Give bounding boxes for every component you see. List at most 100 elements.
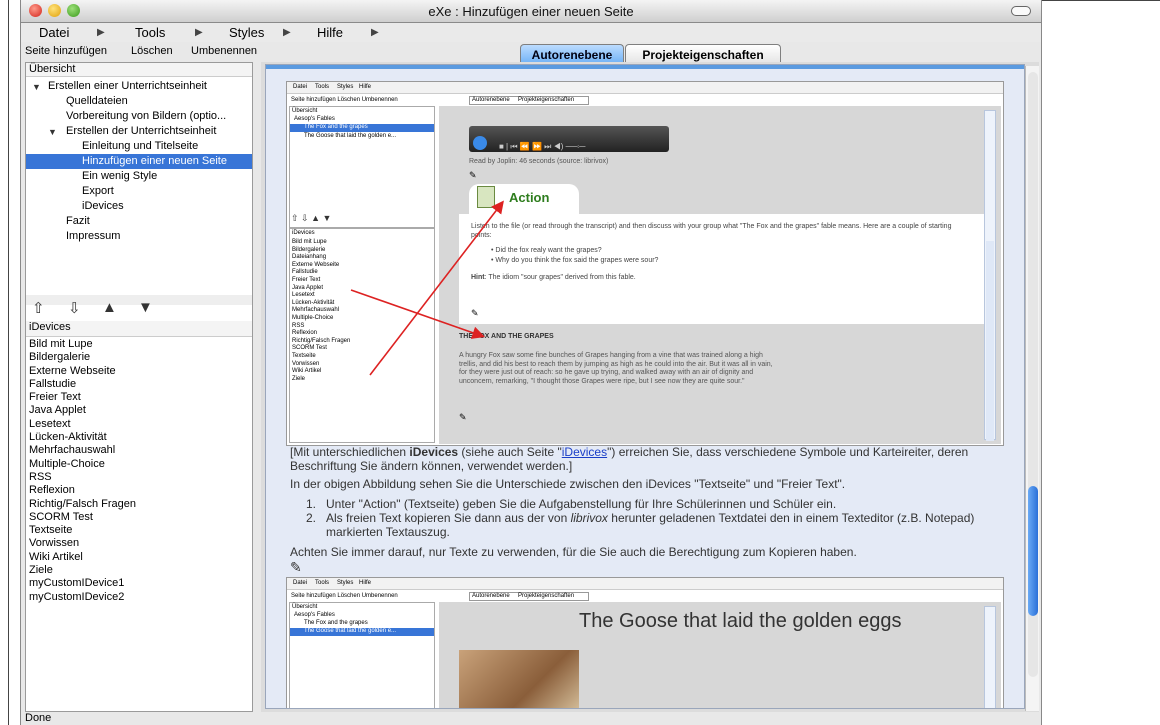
- ordered-list: 1. Unter "Action" (Textseite) geben Sie d…: [306, 497, 1006, 539]
- menu-tools[interactable]: Tools: [135, 25, 165, 40]
- expand-triangle-icon[interactable]: ▼: [32, 82, 41, 92]
- p1-bold: iDevices: [409, 445, 459, 459]
- arrow-freiertext-to-fable: [350, 289, 486, 339]
- idevice-item[interactable]: Mehrfachauswahl: [26, 444, 252, 457]
- window-title: eXe : Hinzufügen einer neuen Seite: [428, 4, 634, 19]
- idevice-item[interactable]: RSS: [26, 471, 252, 484]
- s2-menu-item: Styles: [337, 580, 354, 586]
- promote-icon[interactable]: ⇧: [32, 299, 45, 317]
- menu-arrow-icon: ▶: [283, 27, 291, 38]
- idevice-item[interactable]: Richtig/Falsch Fragen: [26, 498, 252, 511]
- s2-outline: Übersicht Aesop's Fables The Fox and the…: [289, 602, 435, 708]
- delete-button[interactable]: Löschen: [131, 45, 173, 57]
- outline-item[interactable]: Einleitung und Titelseite: [82, 139, 198, 154]
- outline-item-selected[interactable]: Hinzufügen einer neuen Seite: [26, 154, 252, 169]
- status-bar: Done: [21, 712, 1041, 725]
- list-item: 1. Unter "Action" (Textseite) geben Sie d…: [306, 497, 837, 511]
- s2-menu-item: Tools: [315, 580, 330, 586]
- toolbar-toggle-button[interactable]: [1011, 6, 1031, 16]
- scroll-thumb[interactable]: [1028, 486, 1038, 616]
- app-window: eXe : Hinzufügen einer neuen Seite Datei…: [20, 0, 1042, 725]
- demote-icon[interactable]: ⇩: [68, 299, 81, 317]
- s2-tab: Autorenebene: [472, 593, 510, 599]
- idevice-item[interactable]: Ziele: [26, 564, 252, 577]
- idevices-header: iDevices: [26, 321, 252, 337]
- s2-menu-item: Datei: [293, 580, 308, 586]
- status-text: Done: [25, 712, 52, 724]
- outline-item[interactable]: iDevices: [82, 199, 124, 214]
- edit-icon[interactable]: ✎: [290, 559, 302, 576]
- idevice-item[interactable]: Fallstudie: [26, 378, 252, 391]
- move-up-icon[interactable]: ▲: [102, 299, 117, 316]
- idevice-item[interactable]: Externe Webseite: [26, 365, 252, 378]
- authoring-content: Datei Tools Styles Hilfe Seite hinzufüge…: [265, 64, 1025, 709]
- menu-arrow-icon: ▶: [97, 27, 105, 38]
- rename-button[interactable]: Umbenennen: [191, 45, 257, 57]
- idevice-item[interactable]: SCORM Test: [26, 511, 252, 524]
- idevice-item[interactable]: Vorwissen: [26, 537, 252, 550]
- page-top-border: [1042, 0, 1160, 1]
- list-item: 2. Als freien Text kopieren Sie dann aus …: [306, 511, 975, 539]
- idevice-item[interactable]: Lesetext: [26, 418, 252, 431]
- list-item-text: Als freien Text kopieren Sie dann aus de…: [326, 511, 571, 525]
- menu-arrow-icon: ▶: [371, 27, 379, 38]
- s2-outline-item-selected: The Goose that laid the golden e...: [290, 628, 434, 636]
- outline-header: Übersicht: [26, 63, 252, 77]
- content-top-bar: [266, 65, 1024, 69]
- title-bar: eXe : Hinzufügen einer neuen Seite: [21, 0, 1041, 23]
- idevice-item[interactable]: Freier Text: [26, 391, 252, 404]
- idevices-link[interactable]: iDevices: [562, 445, 607, 459]
- s2-menu-item: Hilfe: [359, 580, 372, 586]
- s2-outline-item: The Fox and the grapes: [304, 620, 368, 626]
- add-page-button[interactable]: Seite hinzufügen: [25, 45, 107, 57]
- outline-item[interactable]: Export: [82, 184, 114, 199]
- s2-page-title: The Goose that laid the golden eggs: [579, 610, 902, 632]
- idevice-item[interactable]: Wiki Artikel: [26, 551, 252, 564]
- outline-item[interactable]: Ein wenig Style: [82, 169, 157, 184]
- move-down-icon[interactable]: ▼: [138, 299, 153, 316]
- embedded-screenshot-2: Datei Tools Styles Hilfe Seite hinzufüge…: [286, 577, 1004, 708]
- menu-hilfe[interactable]: Hilfe: [317, 25, 343, 40]
- s2-toolbar: Seite hinzufügen Löschen Umbenennen: [291, 593, 398, 599]
- list-item-text: Unter "Action" (Textseite) geben Sie die…: [326, 497, 837, 511]
- s2-illustration: [459, 650, 579, 708]
- outline-item[interactable]: Erstellen einer Unterrichtseinheit: [48, 79, 207, 94]
- outline-item[interactable]: Quelldateien: [66, 94, 128, 109]
- p1-text: (siehe auch Seite ": [458, 445, 562, 459]
- page-left-border: [8, 0, 9, 725]
- menu-datei[interactable]: Datei: [39, 25, 69, 40]
- left-panel: Übersicht ▼ Erstellen einer Unterrichtse…: [25, 62, 253, 712]
- s2-page-frame: The Goose that laid the golden eggs: [439, 602, 1001, 708]
- idevice-item[interactable]: Java Applet: [26, 404, 252, 417]
- idevice-item[interactable]: Multiple-Choice: [26, 458, 252, 471]
- idevice-item[interactable]: Reflexion: [26, 484, 252, 497]
- idevice-item[interactable]: Textseite: [26, 524, 252, 537]
- outline-item[interactable]: Impressum: [66, 229, 120, 244]
- idevice-item[interactable]: Bildergalerie: [26, 351, 252, 364]
- main-scrollbar[interactable]: [1025, 66, 1039, 711]
- idevice-item[interactable]: myCustomIDevice1: [26, 577, 252, 590]
- s2-menu-bar: Datei Tools Styles Hilfe: [287, 578, 1003, 590]
- idevice-item[interactable]: myCustomIDevice2: [26, 591, 252, 604]
- menu-arrow-icon: ▶: [195, 27, 203, 38]
- p1-text: [Mit unterschiedlichen: [290, 445, 410, 459]
- arrow-textseite-to-action: [369, 200, 504, 376]
- paragraph-idevices: [Mit unterschiedlichen iDevices (siehe a…: [290, 445, 1010, 473]
- s2-outline-item: Übersicht: [292, 604, 318, 610]
- paragraph-copyright: Achten Sie immer darauf, nur Texte zu ve…: [290, 545, 857, 559]
- s2-tabs: Autorenebene Projekteigenschaften: [469, 592, 589, 601]
- outline-item[interactable]: Vorbereitung von Bildern (optio...: [66, 109, 226, 124]
- move-buttons: ⇧ ⇩ ▲ ▼: [26, 299, 252, 319]
- paragraph-difference: In der obigen Abbildung sehen Sie die Un…: [290, 477, 846, 491]
- embedded-screenshot-1: Datei Tools Styles Hilfe Seite hinzufüge…: [286, 81, 1004, 446]
- s2-scrollbar: [984, 606, 996, 708]
- outline-item[interactable]: Fazit: [66, 214, 90, 229]
- idevice-item[interactable]: Lücken-Aktivität: [26, 431, 252, 444]
- s2-outline-item: Aesop's Fables: [294, 612, 335, 618]
- idevices-list: Bild mit Lupe Bildergalerie Externe Webs…: [26, 338, 252, 604]
- menu-styles[interactable]: Styles: [229, 25, 264, 40]
- expand-triangle-icon[interactable]: ▼: [48, 127, 57, 137]
- idevice-item[interactable]: Bild mit Lupe: [26, 338, 252, 351]
- menu-bar: Datei ▶ Tools ▶ Styles ▶ Hilfe ▶: [21, 23, 1041, 42]
- outline-item[interactable]: Erstellen der Unterrichtseinheit: [66, 124, 216, 139]
